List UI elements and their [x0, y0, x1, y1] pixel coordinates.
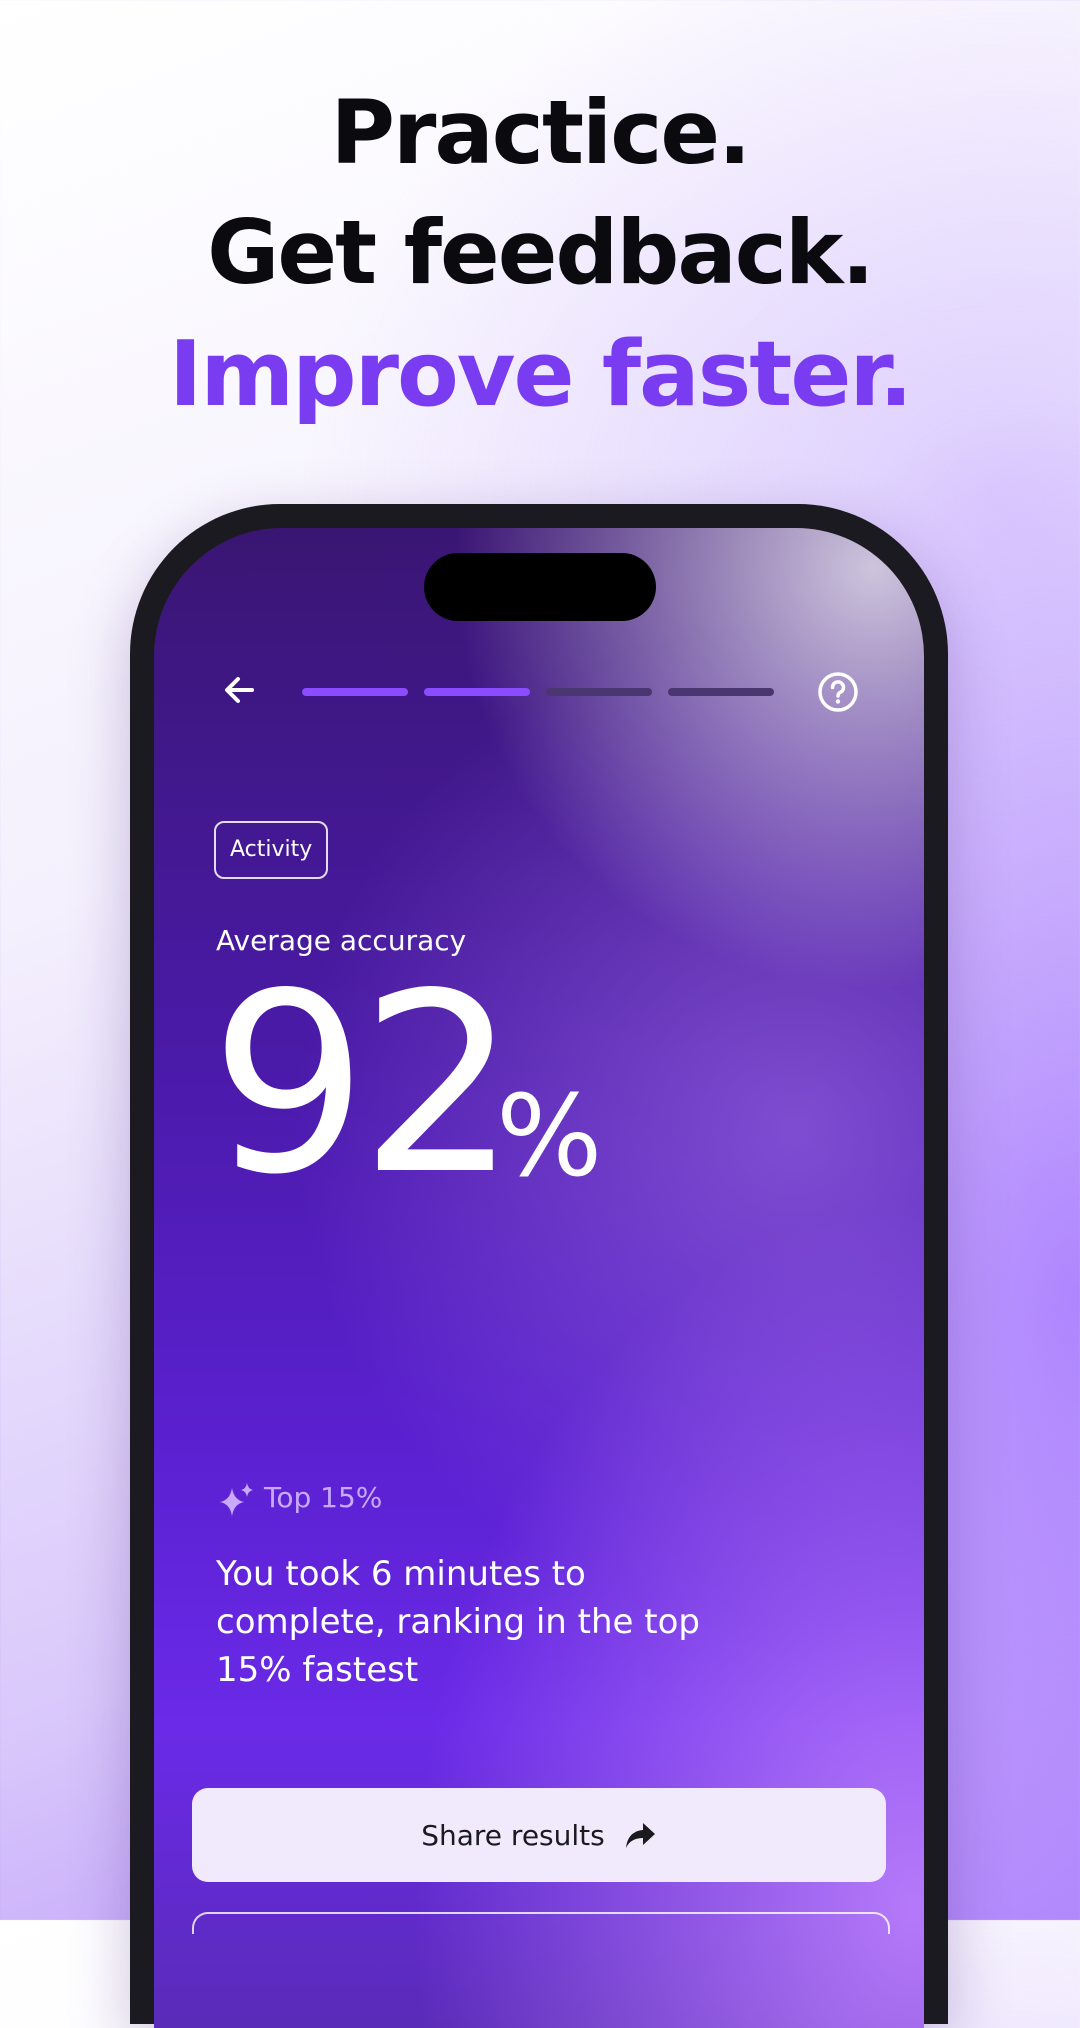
- share-button-label: Share results: [421, 1818, 605, 1852]
- share-arrow-icon: [625, 1823, 655, 1848]
- rank-label: Top 15%: [264, 1481, 383, 1514]
- headline-practice: Practice.: [330, 81, 752, 184]
- arrow-left-icon[interactable]: [218, 668, 262, 712]
- metric-value: 92: [210, 941, 518, 1229]
- progress-segment-4: [668, 688, 774, 696]
- headline-get-feedback: Get feedback.: [207, 201, 875, 304]
- progress-segment-1: [302, 688, 408, 696]
- question-circle-icon[interactable]: [816, 670, 860, 714]
- progress-segment-2: [424, 688, 530, 696]
- headline-improve-faster: Improve faster.: [168, 322, 913, 427]
- activity-chip: Activity: [214, 821, 329, 879]
- sparkles-icon: [220, 1483, 253, 1516]
- metric-unit: %: [496, 1072, 603, 1202]
- secondary-button[interactable]: [192, 1912, 890, 1934]
- result-description: You took 6 minutes to complete, ranking …: [216, 1554, 700, 1690]
- progress-segment-3: [546, 688, 652, 696]
- dynamic-island: [424, 553, 656, 621]
- share-results-button[interactable]: Share results: [192, 1788, 886, 1882]
